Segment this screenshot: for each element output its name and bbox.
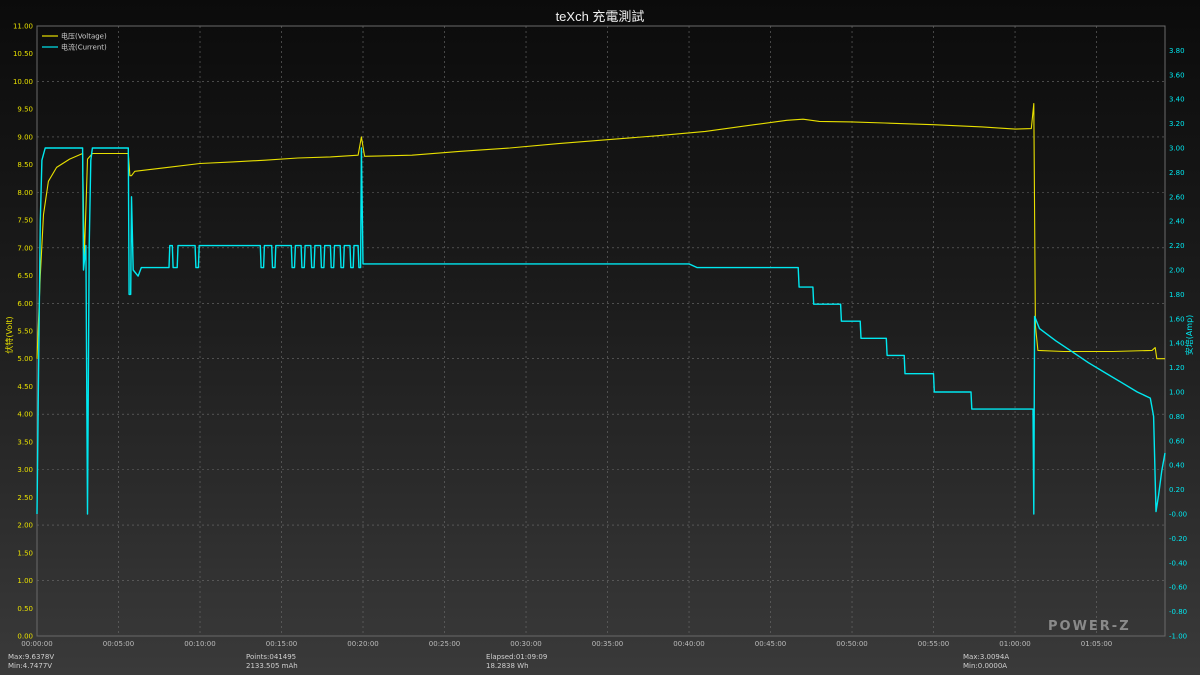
stat-min-current: Min:0.0000A <box>963 662 1008 670</box>
x-tick-label: 00:05:00 <box>103 640 134 648</box>
right-tick-label: -0.60 <box>1169 584 1187 592</box>
x-tick-label: 00:15:00 <box>266 640 297 648</box>
stat-min-voltage: Min:4.7477V <box>8 662 53 670</box>
left-tick-label: 5.50 <box>17 328 33 336</box>
legend-label-voltage: 电压(Voltage) <box>61 32 107 41</box>
stat-energy: 18.2838 Wh <box>486 662 529 670</box>
legend: 电压(Voltage) 电流(Current) <box>42 32 107 52</box>
left-tick-label: 9.00 <box>17 133 33 141</box>
right-tick-label: 2.40 <box>1169 218 1185 226</box>
right-tick-label: 2.20 <box>1169 242 1185 250</box>
right-tick-label: 3.20 <box>1169 120 1185 128</box>
right-tick-label: 2.80 <box>1169 169 1185 177</box>
right-tick-label: 3.00 <box>1169 145 1185 153</box>
left-tick-label: 2.50 <box>17 494 33 502</box>
left-tick-label: 6.00 <box>17 300 33 308</box>
grid-lines <box>36 25 1166 637</box>
right-tick-label: 0.40 <box>1169 462 1185 470</box>
left-tick-label: 3.50 <box>17 438 33 446</box>
stat-elapsed: Elapsed:01:09:09 <box>486 653 548 661</box>
series-line-voltage <box>36 103 1165 360</box>
x-tick-label: 00:00:00 <box>21 640 52 648</box>
right-tick-label: 1.40 <box>1169 340 1185 348</box>
right-tick-label: -1.00 <box>1169 633 1187 641</box>
x-tick-label: 00:45:00 <box>755 640 786 648</box>
right-tick-label: 0.80 <box>1169 413 1185 421</box>
x-tick-label: 01:00:00 <box>999 640 1030 648</box>
plot-frame <box>36 25 1166 637</box>
stat-points: Points:041495 <box>246 653 297 661</box>
left-tick-label: 2.00 <box>17 522 33 530</box>
right-tick-label: -0.00 <box>1169 511 1187 519</box>
left-tick-label: 1.00 <box>17 577 33 585</box>
left-tick-label: 8.50 <box>17 161 33 169</box>
series-layer <box>36 103 1166 515</box>
right-tick-label: 3.60 <box>1169 71 1185 79</box>
x-tick-label: 01:05:00 <box>1081 640 1112 648</box>
chart-canvas: 0.000.501.001.502.002.503.003.504.004.50… <box>4 23 1194 649</box>
left-tick-label: 11.00 <box>13 23 33 31</box>
x-axis-ticks: 00:00:00 00:05:00 00:10:00 00:15:00 00:20:00… <box>21 640 1112 648</box>
right-tick-label: 0.60 <box>1169 437 1185 445</box>
x-tick-label: 00:40:00 <box>673 640 704 648</box>
x-tick-label: 00:30:00 <box>510 640 541 648</box>
right-tick-label: 1.60 <box>1169 315 1185 323</box>
y-axis-label-voltage: 伏特(Volt) <box>4 316 14 353</box>
left-tick-label: 4.50 <box>17 383 33 391</box>
brand-logo: POWER-Z <box>1048 619 1131 634</box>
series-line-current <box>36 147 1166 515</box>
legend-label-current: 电流(Current) <box>61 43 107 52</box>
left-tick-label: 6.50 <box>17 272 33 280</box>
left-tick-label: 0.50 <box>17 605 33 613</box>
right-tick-label: 2.00 <box>1169 267 1185 275</box>
right-tick-label: -0.20 <box>1169 535 1187 543</box>
stat-max-current: Max:3.0094A <box>963 653 1010 661</box>
left-tick-label: 5.00 <box>17 355 33 363</box>
right-tick-label: 0.20 <box>1169 486 1185 494</box>
left-tick-label: 10.00 <box>13 78 33 86</box>
stat-max-voltage: Max:9.6378V <box>8 653 55 661</box>
left-tick-label: 8.00 <box>17 189 33 197</box>
x-tick-label: 00:20:00 <box>347 640 378 648</box>
right-tick-label: 1.00 <box>1169 389 1185 397</box>
y-axis-label-current: 安培(Amp) <box>1184 315 1194 356</box>
left-tick-label: 1.50 <box>17 549 33 557</box>
left-tick-label: 7.50 <box>17 217 33 225</box>
right-tick-label: 3.40 <box>1169 96 1185 104</box>
x-tick-label: 00:55:00 <box>918 640 949 648</box>
x-tick-label: 00:10:00 <box>184 640 215 648</box>
left-tick-label: 4.00 <box>17 411 33 419</box>
left-tick-label: 10.50 <box>13 50 33 58</box>
x-tick-label: 00:50:00 <box>836 640 867 648</box>
left-tick-label: 9.50 <box>17 106 33 114</box>
right-tick-label: -0.40 <box>1169 559 1187 567</box>
right-tick-label: 2.60 <box>1169 193 1185 201</box>
x-tick-label: 00:25:00 <box>429 640 460 648</box>
left-axis-ticks: 0.000.501.001.502.002.503.003.504.004.50… <box>13 23 33 641</box>
stat-capacity: 2133.505 mAh <box>246 662 298 670</box>
left-tick-label: 7.00 <box>17 244 33 252</box>
x-tick-label: 00:35:00 <box>592 640 623 648</box>
right-tick-label: 1.80 <box>1169 291 1185 299</box>
right-tick-label: 3.80 <box>1169 47 1185 55</box>
left-tick-label: 3.00 <box>17 466 33 474</box>
right-tick-label: -0.80 <box>1169 608 1187 616</box>
right-tick-label: 1.20 <box>1169 364 1185 372</box>
